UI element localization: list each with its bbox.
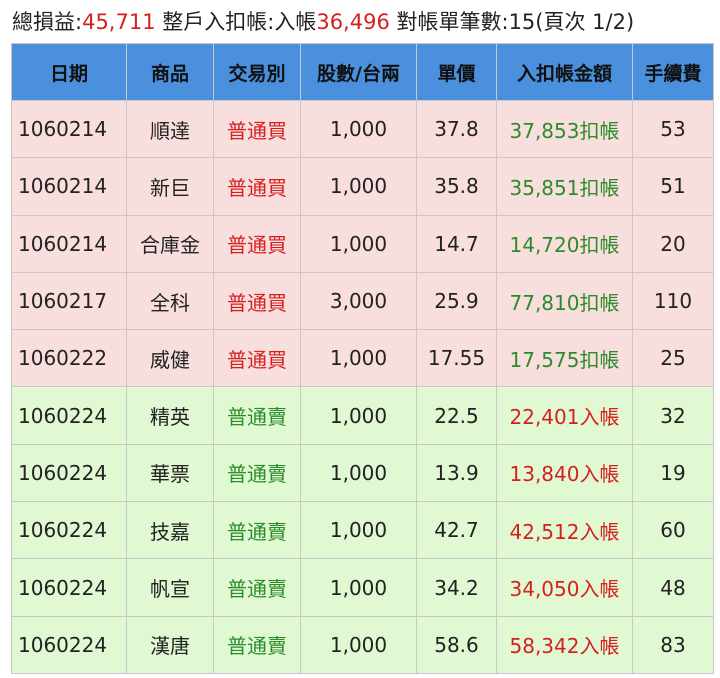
cell-product: 合庫金 bbox=[126, 214, 214, 273]
header-date: 日期 bbox=[11, 43, 127, 101]
cell-product: 帆宣 bbox=[126, 558, 214, 617]
cell-trade-type: 普通賣 bbox=[213, 501, 301, 560]
cell-trade-type: 普通賣 bbox=[213, 615, 301, 674]
cell-price: 37.8 bbox=[416, 99, 497, 159]
cell-trade-type: 普通買 bbox=[213, 271, 301, 331]
cell-shares: 1,000 bbox=[300, 501, 417, 560]
total-pl-value: 45,711 bbox=[82, 10, 156, 34]
cell-date: 1060222 bbox=[11, 329, 127, 388]
cell-price: 35.8 bbox=[416, 157, 497, 216]
cell-shares: 3,000 bbox=[300, 271, 417, 331]
cell-date: 1060224 bbox=[11, 386, 127, 445]
cell-price: 42.7 bbox=[416, 501, 497, 560]
cell-trade-type: 普通買 bbox=[213, 99, 301, 159]
cell-trade-type: 普通賣 bbox=[213, 386, 301, 445]
account-credit-label: 整戶入扣帳:入帳 bbox=[162, 10, 317, 34]
cell-date: 1060214 bbox=[11, 99, 127, 159]
cell-date: 1060214 bbox=[11, 214, 127, 273]
table-row[interactable]: 1060217 全科 普通買 3,000 25.9 77,810扣帳 110 bbox=[11, 271, 714, 331]
cell-product: 威健 bbox=[126, 329, 214, 388]
cell-product: 華票 bbox=[126, 443, 214, 503]
table-row[interactable]: 1060224 技嘉 普通賣 1,000 42.7 42,512入帳 60 bbox=[11, 501, 714, 560]
cell-date: 1060217 bbox=[11, 271, 127, 331]
cell-price: 22.5 bbox=[416, 386, 497, 445]
cell-trade-type: 普通買 bbox=[213, 329, 301, 388]
cell-trade-type: 普通賣 bbox=[213, 558, 301, 617]
cell-shares: 1,000 bbox=[300, 214, 417, 273]
table-row[interactable]: 1060224 漢唐 普通賣 1,000 58.6 58,342入帳 83 bbox=[11, 615, 714, 674]
cell-fee: 83 bbox=[632, 615, 714, 674]
cell-trade-type: 普通賣 bbox=[213, 443, 301, 503]
table-row[interactable]: 1060214 順達 普通買 1,000 37.8 37,853扣帳 53 bbox=[11, 99, 714, 159]
account-summary: 總損益:45,711 整戶入扣帳:入帳36,496 對帳單筆數:15(頁次 1/… bbox=[0, 0, 720, 44]
cell-amount: 34,050入帳 bbox=[496, 558, 633, 617]
cell-product: 新巨 bbox=[126, 157, 214, 216]
cell-trade-type: 普通買 bbox=[213, 214, 301, 273]
cell-product: 順達 bbox=[126, 99, 214, 159]
cell-shares: 1,000 bbox=[300, 615, 417, 674]
cell-date: 1060224 bbox=[11, 615, 127, 674]
cell-fee: 53 bbox=[632, 99, 714, 159]
cell-product: 技嘉 bbox=[126, 501, 214, 560]
total-pl-label: 總損益: bbox=[12, 10, 83, 34]
cell-amount: 14,720扣帳 bbox=[496, 214, 633, 273]
table-row[interactable]: 1060214 合庫金 普通買 1,000 14.7 14,720扣帳 20 bbox=[11, 214, 714, 273]
cell-shares: 1,000 bbox=[300, 329, 417, 388]
cell-date: 1060224 bbox=[11, 443, 127, 503]
cell-shares: 1,000 bbox=[300, 99, 417, 159]
cell-fee: 48 bbox=[632, 558, 714, 617]
statement-table: 日期 商品 交易別 股數/台兩 單價 入扣帳金額 手續費 1060214 順達 … bbox=[11, 43, 714, 674]
cell-date: 1060214 bbox=[11, 157, 127, 216]
cell-amount: 37,853扣帳 bbox=[496, 99, 633, 159]
cell-price: 13.9 bbox=[416, 443, 497, 503]
table-row[interactable]: 1060224 帆宣 普通賣 1,000 34.2 34,050入帳 48 bbox=[11, 558, 714, 617]
cell-product: 精英 bbox=[126, 386, 214, 445]
header-trade-type: 交易別 bbox=[213, 43, 301, 101]
cell-product: 全科 bbox=[126, 271, 214, 331]
cell-fee: 19 bbox=[632, 443, 714, 503]
cell-amount: 58,342入帳 bbox=[496, 615, 633, 674]
cell-amount: 35,851扣帳 bbox=[496, 157, 633, 216]
cell-product: 漢唐 bbox=[126, 615, 214, 674]
header-fee: 手續費 bbox=[632, 43, 714, 101]
table-row[interactable]: 1060224 華票 普通賣 1,000 13.9 13,840入帳 19 bbox=[11, 443, 714, 503]
cell-fee: 110 bbox=[632, 271, 714, 331]
cell-fee: 25 bbox=[632, 329, 714, 388]
cell-fee: 20 bbox=[632, 214, 714, 273]
cell-price: 14.7 bbox=[416, 214, 497, 273]
table-row[interactable]: 1060224 精英 普通賣 1,000 22.5 22,401入帳 32 bbox=[11, 386, 714, 445]
cell-shares: 1,000 bbox=[300, 157, 417, 216]
header-amount: 入扣帳金額 bbox=[496, 43, 633, 101]
cell-amount: 77,810扣帳 bbox=[496, 271, 633, 331]
cell-fee: 60 bbox=[632, 501, 714, 560]
cell-amount: 17,575扣帳 bbox=[496, 329, 633, 388]
account-credit-value: 36,496 bbox=[316, 10, 390, 34]
cell-shares: 1,000 bbox=[300, 386, 417, 445]
cell-price: 17.55 bbox=[416, 329, 497, 388]
cell-fee: 51 bbox=[632, 157, 714, 216]
header-shares: 股數/台兩 bbox=[300, 43, 417, 101]
table-row[interactable]: 1060222 威健 普通買 1,000 17.55 17,575扣帳 25 bbox=[11, 329, 714, 388]
cell-price: 34.2 bbox=[416, 558, 497, 617]
table-row[interactable]: 1060214 新巨 普通買 1,000 35.8 35,851扣帳 51 bbox=[11, 157, 714, 216]
table-header-row: 日期 商品 交易別 股數/台兩 單價 入扣帳金額 手續費 bbox=[11, 43, 714, 101]
header-price: 單價 bbox=[416, 43, 497, 101]
cell-price: 25.9 bbox=[416, 271, 497, 331]
cell-fee: 32 bbox=[632, 386, 714, 445]
statement-count: 對帳單筆數:15(頁次 1/2) bbox=[396, 10, 635, 34]
cell-amount: 42,512入帳 bbox=[496, 501, 633, 560]
cell-amount: 22,401入帳 bbox=[496, 386, 633, 445]
cell-shares: 1,000 bbox=[300, 558, 417, 617]
cell-date: 1060224 bbox=[11, 558, 127, 617]
cell-date: 1060224 bbox=[11, 501, 127, 560]
cell-amount: 13,840入帳 bbox=[496, 443, 633, 503]
cell-price: 58.6 bbox=[416, 615, 497, 674]
header-product: 商品 bbox=[126, 43, 214, 101]
cell-trade-type: 普通買 bbox=[213, 157, 301, 216]
cell-shares: 1,000 bbox=[300, 443, 417, 503]
